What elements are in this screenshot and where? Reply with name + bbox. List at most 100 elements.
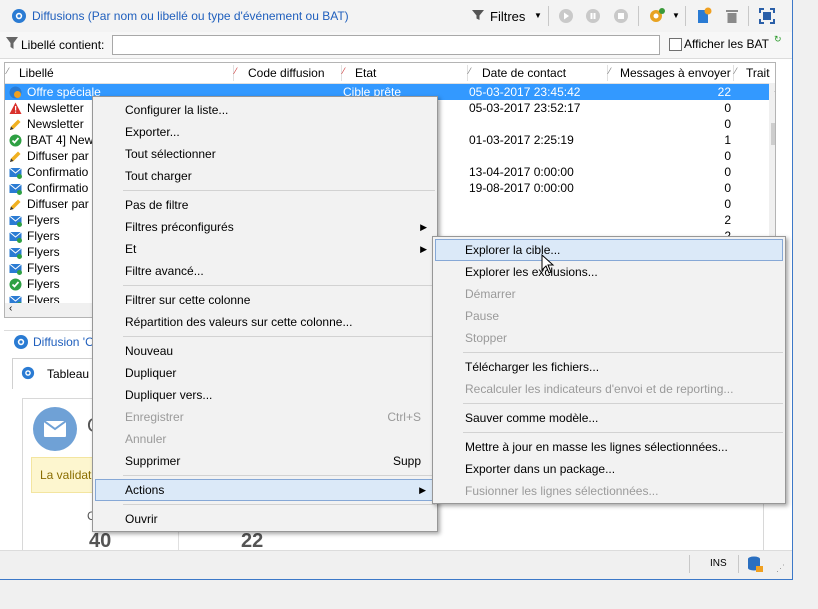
menu-item-nouveau[interactable]: Nouveau bbox=[95, 340, 435, 362]
scroll-up-icon[interactable]: ▲ bbox=[773, 85, 775, 94]
column-header-contact-date[interactable]: Date de contact bbox=[482, 66, 566, 80]
menu-item-telecharger-les-fichiers[interactable]: Télécharger les fichiers... bbox=[435, 356, 783, 378]
filter-icon[interactable] bbox=[471, 8, 485, 25]
menu-separator bbox=[123, 285, 435, 286]
menu-item-supprimer[interactable]: Supprimer Supp bbox=[95, 450, 435, 472]
filter-funnel-icon bbox=[6, 36, 18, 53]
column-header-processing[interactable]: Trait bbox=[746, 66, 770, 80]
show-bat-label: Afficher les BAT bbox=[684, 37, 769, 51]
mouse-cursor-icon bbox=[541, 254, 555, 274]
menu-item-label: Enregistrer bbox=[125, 410, 184, 424]
menu-item-label: Supprimer bbox=[125, 454, 181, 468]
fullscreen-icon[interactable] bbox=[757, 6, 777, 26]
filters-button[interactable]: Filtres bbox=[490, 9, 525, 24]
play-icon[interactable] bbox=[556, 6, 576, 26]
menu-item-actions[interactable]: Actions ▶ bbox=[95, 479, 435, 501]
menu-separator bbox=[123, 336, 435, 337]
delivery-icon bbox=[14, 335, 28, 349]
menu-item-repartition-des-valeurs-sur-cette-colonne[interactable]: Répartition des valeurs sur cette colonn… bbox=[95, 311, 435, 333]
menu-item-label: Stopper bbox=[465, 331, 508, 345]
row-messages: 0 bbox=[724, 101, 731, 115]
menu-item-ouvrir[interactable]: Ouvrir bbox=[95, 508, 435, 530]
menu-item-label: Filtre avancé... bbox=[125, 264, 204, 278]
pencil-icon bbox=[9, 198, 22, 211]
submenu-arrow-icon: ▶ bbox=[419, 485, 426, 495]
menu-item-filtres-preconfigures[interactable]: Filtres préconfigurés ▶ bbox=[95, 216, 435, 238]
menu-separator bbox=[463, 403, 783, 404]
show-bat-checkbox[interactable] bbox=[669, 38, 682, 51]
trash-icon[interactable] bbox=[722, 6, 742, 26]
menu-item-label: Annuler bbox=[125, 432, 167, 446]
menu-item-label: Sauver comme modèle... bbox=[465, 411, 599, 425]
envelope-check-icon bbox=[9, 182, 22, 195]
row-messages: 0 bbox=[724, 165, 731, 179]
menu-item-configurer-la-liste[interactable]: Configurer la liste... bbox=[95, 99, 435, 121]
stop-icon[interactable] bbox=[611, 6, 631, 26]
list-header: ⁄ Libellé ⁄ Code diffusion ⁄ Etat ⁄ Date… bbox=[5, 63, 775, 84]
menu-item-filtrer-sur-cette-colonne[interactable]: Filtrer sur cette colonne bbox=[95, 289, 435, 311]
row-label: Confirmatio bbox=[27, 181, 89, 195]
filter-bar: Libellé contient: Afficher les BAT ↻ bbox=[0, 32, 792, 59]
actions-gear-icon[interactable] bbox=[647, 6, 667, 26]
column-header-label[interactable]: Libellé bbox=[19, 66, 54, 80]
menu-item-tout-selectionner[interactable]: Tout sélectionner bbox=[95, 143, 435, 165]
submenu-arrow-icon: ▶ bbox=[420, 222, 427, 232]
menu-item-label: Filtres préconfigurés bbox=[125, 220, 234, 234]
menu-item-pas-de-filtre[interactable]: Pas de filtre bbox=[95, 194, 435, 216]
envelope-check-icon bbox=[9, 246, 22, 259]
menu-item-exporter[interactable]: Exporter... bbox=[95, 121, 435, 143]
row-messages: 0 bbox=[724, 181, 731, 195]
menu-item-label: Mettre à jour en masse les lignes sélect… bbox=[465, 440, 728, 454]
actions-dropdown-icon[interactable]: ▼ bbox=[672, 11, 680, 20]
warning-text: La validat bbox=[40, 468, 92, 482]
menu-separator bbox=[123, 504, 435, 505]
menu-item-label: Tout sélectionner bbox=[125, 147, 216, 161]
menu-item-dupliquer[interactable]: Dupliquer bbox=[95, 362, 435, 384]
menu-item-fusionner-les-lignes-selectionnees: Fusionner les lignes sélectionnées... bbox=[435, 480, 783, 502]
menu-item-shortcut: Supp bbox=[392, 454, 421, 468]
row-messages: 22 bbox=[717, 85, 731, 99]
pause-icon[interactable] bbox=[583, 6, 603, 26]
row-messages: 0 bbox=[724, 197, 731, 211]
menu-item-label: Nouveau bbox=[125, 344, 174, 358]
menu-item-tout-charger[interactable]: Tout charger bbox=[95, 165, 435, 187]
envelope-check-icon bbox=[9, 214, 22, 227]
menu-item-explorer-les-exclusions[interactable]: Explorer les exclusions... bbox=[435, 261, 783, 283]
menu-item-dupliquer-vers[interactable]: Dupliquer vers... bbox=[95, 384, 435, 406]
delivery-icon bbox=[12, 9, 26, 23]
menu-item-shortcut: Ctrl+S bbox=[387, 410, 421, 424]
window-title: Diffusions (Par nom ou libellé ou type d… bbox=[32, 9, 349, 23]
label-contains-input[interactable] bbox=[112, 35, 660, 55]
menu-item-demarrer: Démarrer bbox=[435, 283, 783, 305]
resize-grip-icon[interactable]: ⋰ bbox=[776, 563, 785, 574]
row-contact-date: 05-03-2017 23:52:17 bbox=[469, 101, 581, 115]
scroll-left-icon[interactable]: ‹ bbox=[9, 303, 12, 314]
filter-label: Libellé contient: bbox=[21, 38, 105, 52]
column-header-code[interactable]: Code diffusion bbox=[248, 66, 325, 80]
menu-item-label: Pause bbox=[465, 309, 500, 323]
menu-item-explorer-la-cible[interactable]: Explorer la cible... bbox=[435, 239, 783, 261]
submenu-arrow-icon: ▶ bbox=[420, 244, 427, 254]
new-delivery-icon[interactable] bbox=[694, 6, 714, 26]
menu-item-recalculer-les-indicateurs-d-envoi-et-de-reporting: Recalculer les indicateurs d'envoi et de… bbox=[435, 378, 783, 400]
menu-item-label: Tout charger bbox=[125, 169, 192, 183]
column-header-state[interactable]: Etat bbox=[355, 66, 376, 80]
row-contact-date: 01-03-2017 2:25:19 bbox=[469, 133, 574, 147]
refresh-icon[interactable]: ↻ bbox=[774, 34, 782, 45]
menu-item-et[interactable]: Et ▶ bbox=[95, 238, 435, 260]
column-header-messages[interactable]: Messages à envoyer bbox=[620, 66, 731, 80]
menu-item-label: Explorer les exclusions... bbox=[465, 265, 598, 279]
menu-item-exporter-dans-un-package[interactable]: Exporter dans un package... bbox=[435, 458, 783, 480]
menu-item-sauver-comme-modele[interactable]: Sauver comme modèle... bbox=[435, 407, 783, 429]
delivery-icon bbox=[21, 366, 35, 380]
database-icon[interactable] bbox=[746, 555, 764, 573]
filters-dropdown-icon[interactable]: ▼ bbox=[534, 11, 542, 20]
row-label: Confirmatio bbox=[27, 165, 89, 179]
menu-item-label: Répartition des valeurs sur cette colonn… bbox=[125, 315, 353, 329]
menu-item-filtre-avance[interactable]: Filtre avancé... bbox=[95, 260, 435, 282]
row-label: Diffuser par bbox=[27, 149, 89, 163]
row-contact-date: 13-04-2017 0:00:00 bbox=[469, 165, 574, 179]
menu-item-mettre-a-jour-en-masse-les-lignes-selectionnees[interactable]: Mettre à jour en masse les lignes sélect… bbox=[435, 436, 783, 458]
scrollbar-thumb[interactable] bbox=[771, 123, 775, 145]
menu-item-pause: Pause bbox=[435, 305, 783, 327]
